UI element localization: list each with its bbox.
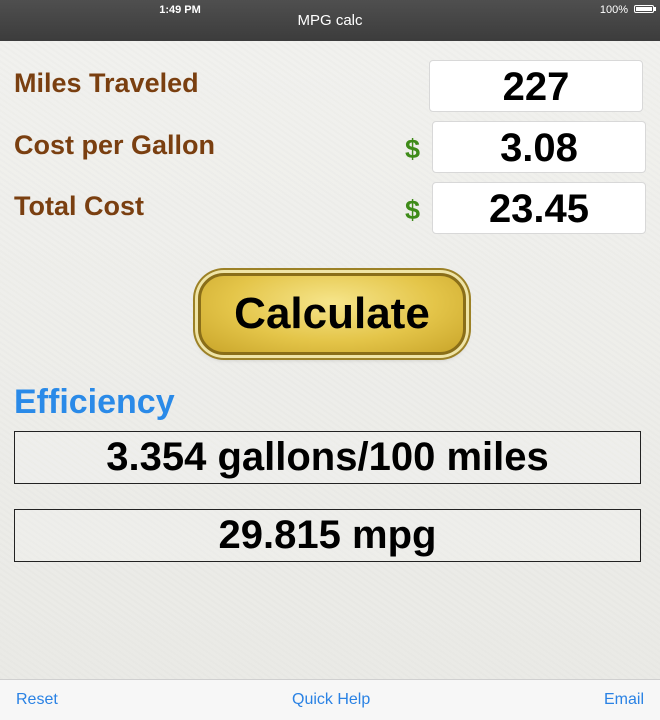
total-cost-currency: $ xyxy=(405,195,421,225)
app-title: MPG calc xyxy=(297,12,363,29)
battery-icon xyxy=(634,5,656,13)
miles-traveled-label: Miles Traveled xyxy=(14,68,199,98)
quick-help-button[interactable]: Quick Help xyxy=(292,691,370,709)
bottom-toolbar: Reset Quick Help Email xyxy=(0,679,660,720)
status-bar: 1:49 PM MPG calc 100% xyxy=(0,0,660,41)
cost-per-gallon-label: Cost per Gallon xyxy=(14,130,216,160)
email-button[interactable]: Email xyxy=(604,691,644,709)
calculate-button[interactable]: Calculate xyxy=(198,273,466,355)
calculator-form: Miles Traveled 227 Cost per Gallon $ 3.0… xyxy=(0,41,660,679)
total-cost-input[interactable]: 23.45 xyxy=(432,182,646,234)
cost-per-gallon-input[interactable]: 3.08 xyxy=(432,121,646,173)
efficiency-title: Efficiency xyxy=(14,383,175,421)
total-cost-label: Total Cost xyxy=(14,191,144,221)
battery-percentage: 100% xyxy=(599,4,628,16)
miles-traveled-input[interactable]: 227 xyxy=(429,60,643,112)
reset-button[interactable]: Reset xyxy=(16,691,58,709)
mpg-result: 29.815 mpg xyxy=(14,509,641,562)
gallons-per-100-miles-result: 3.354 gallons/100 miles xyxy=(14,431,641,484)
cost-per-gallon-currency: $ xyxy=(405,134,421,164)
